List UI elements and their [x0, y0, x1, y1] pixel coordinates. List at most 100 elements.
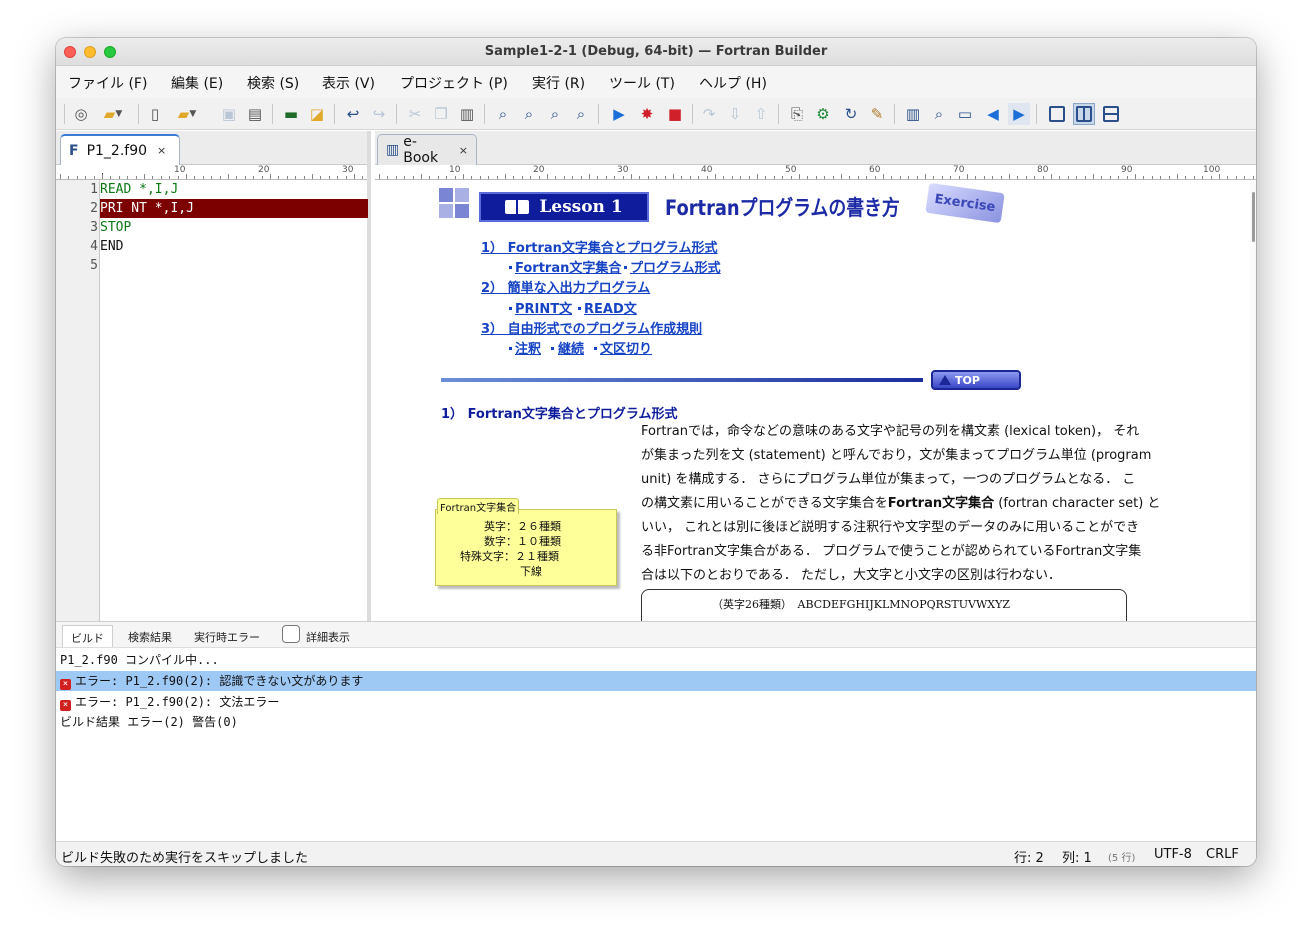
print-icon[interactable]: ▤	[244, 103, 266, 125]
ruler-tick	[908, 176, 909, 179]
ebook-icon[interactable]: ▥	[902, 103, 924, 125]
step-into-icon[interactable]: ⇩	[724, 103, 746, 125]
toc-link-program-format[interactable]: プログラム形式	[630, 257, 721, 276]
bullet	[509, 347, 512, 350]
step-out-icon[interactable]: ⇧	[750, 103, 772, 125]
menu-run[interactable]: 実行 (R)	[532, 73, 585, 93]
toc-link-section-3[interactable]: 3） 自由形式でのプログラム作成規則	[481, 318, 702, 337]
note-line: 英字：２６種類	[484, 520, 561, 533]
toc-link-continuation[interactable]: 継続	[558, 338, 584, 357]
stop-icon[interactable]: ■	[664, 103, 686, 125]
tab-search-results[interactable]: 検索結果	[120, 625, 180, 647]
close-tab-icon[interactable]: ×	[459, 144, 468, 157]
open-project-icon[interactable]: ▰ ▼	[96, 103, 130, 125]
ruler-tick	[732, 176, 733, 179]
slideshow-icon[interactable]: ▭	[954, 103, 976, 125]
ruler-tick	[698, 176, 699, 179]
find-icon[interactable]: ⌕	[492, 103, 514, 125]
redo-icon[interactable]: ↪	[368, 103, 390, 125]
toc-link-print[interactable]: PRINT文	[515, 298, 572, 317]
rebuild-icon[interactable]: ↻	[840, 103, 862, 125]
toc-link-comment[interactable]: 注釈	[515, 338, 541, 357]
output-line-text: エラー: P1_2.f90(2): 認識できない文があります	[75, 674, 364, 688]
run-icon[interactable]: ▶	[608, 103, 630, 125]
ruler-label: 30	[342, 165, 354, 175]
output-line[interactable]: ビルド結果 エラー(2) 警告(0)	[60, 712, 1250, 732]
code-line[interactable]: READ *,I,J	[100, 180, 368, 199]
ruler-tick	[1127, 176, 1128, 179]
clean-icon[interactable]: ✎	[866, 103, 888, 125]
debug-run-icon[interactable]: ✸	[636, 103, 658, 125]
back-icon[interactable]: ◀	[982, 103, 1004, 125]
scrollbar-thumb[interactable]	[1252, 192, 1255, 242]
status-eol[interactable]: CRLF	[1206, 847, 1239, 862]
vertical-split-icon[interactable]	[1073, 103, 1095, 125]
tab-build[interactable]: ビルド	[62, 625, 113, 647]
top-button-label: TOP	[955, 373, 980, 387]
ruler-tick	[1059, 176, 1060, 179]
output-line-error-selected[interactable]: × エラー: P1_2.f90(2): 認識できない文があります	[56, 671, 1256, 691]
ruler-tick	[992, 176, 993, 179]
menu-file[interactable]: ファイル (F)	[68, 73, 147, 93]
ruler-tick	[1085, 176, 1086, 179]
close-tab-icon[interactable]: ×	[157, 144, 166, 157]
undo-icon[interactable]: ↩	[342, 103, 364, 125]
save-icon[interactable]: ▣	[218, 103, 240, 125]
ruler-tick	[782, 176, 783, 179]
cut-icon[interactable]: ✂	[404, 103, 426, 125]
ruler-tick	[597, 176, 598, 179]
menu-search[interactable]: 検索 (S)	[247, 73, 299, 93]
ruler-tick	[304, 176, 305, 179]
toc-link-read[interactable]: READ文	[584, 298, 637, 317]
tab-ebook[interactable]: ▥ e-Book ×	[377, 134, 477, 166]
code-editor[interactable]: READ *,I,J PRI NT *,I,J STOP END	[100, 180, 368, 621]
toc-link-section-1[interactable]: 1） Fortran文字集合とプログラム形式	[481, 237, 718, 256]
top-button[interactable]: TOP	[931, 370, 1021, 390]
ebook-search-icon[interactable]: ⌕	[928, 103, 950, 125]
build-icon[interactable]: ⚙	[812, 103, 834, 125]
toc-link-character-set[interactable]: Fortran文字集合	[515, 257, 621, 276]
paste-icon[interactable]: ▥	[456, 103, 478, 125]
tab-p1-2-f90[interactable]: F P1_2.f90 ×	[60, 134, 180, 165]
section-divider	[441, 378, 923, 382]
tab-runtime-errors[interactable]: 実行時エラー	[186, 625, 268, 647]
find-in-files-icon[interactable]: ⌕	[570, 103, 592, 125]
ruler-tick	[236, 176, 237, 179]
menu-project[interactable]: プロジェクト (P)	[400, 73, 508, 93]
copy-icon[interactable]: ❐	[430, 103, 452, 125]
ruler-label: 60	[869, 165, 881, 175]
toc-link-statement-separator[interactable]: 文区切り	[600, 338, 652, 357]
output-line-error[interactable]: × エラー: P1_2.f90(2): 文法エラー	[56, 692, 1246, 712]
open-file-icon[interactable]: ▰ ▼	[170, 103, 204, 125]
code-line[interactable]: STOP	[100, 218, 368, 237]
code-line-error[interactable]: PRI NT *,I,J	[100, 199, 368, 218]
new-file-icon[interactable]: ▯	[144, 103, 166, 125]
step-over-icon[interactable]: ↷	[698, 103, 720, 125]
find-next-icon[interactable]: ⌕	[518, 103, 540, 125]
code-line[interactable]: END	[100, 237, 368, 256]
horizontal-split-icon[interactable]	[1100, 103, 1122, 125]
new-project-icon[interactable]: ◎	[70, 103, 92, 125]
exercise-button[interactable]: Exercise	[925, 182, 1005, 224]
single-pane-icon[interactable]	[1046, 103, 1068, 125]
menu-view[interactable]: 表示 (V)	[322, 73, 375, 93]
export-icon[interactable]: ◪	[306, 103, 328, 125]
ruler-tick	[933, 176, 934, 179]
ruler-tick	[522, 176, 523, 179]
output-line[interactable]: P1_2.f90 コンパイル中...	[60, 650, 1250, 670]
menu-help[interactable]: ヘルプ (H)	[699, 73, 767, 93]
ebook-scrollbar[interactable]	[1250, 180, 1256, 621]
forward-icon[interactable]: ▶	[1008, 103, 1030, 125]
menu-tools[interactable]: ツール (T)	[609, 73, 675, 93]
compile-icon[interactable]: ⎘	[786, 103, 808, 125]
find-previous-icon[interactable]: ⌕	[544, 103, 566, 125]
toc-link-section-2[interactable]: 2） 簡単な入出力プログラム	[481, 277, 650, 296]
toolbar-separator	[272, 104, 273, 124]
menu-edit[interactable]: 編集 (E)	[171, 73, 223, 93]
ruler-tick	[1076, 176, 1077, 179]
status-encoding[interactable]: UTF-8	[1154, 847, 1192, 862]
terminal-icon[interactable]: ▬	[280, 103, 302, 125]
code-line[interactable]	[100, 256, 368, 275]
ruler-tick	[152, 176, 153, 179]
ruler-label: 10	[449, 165, 461, 175]
